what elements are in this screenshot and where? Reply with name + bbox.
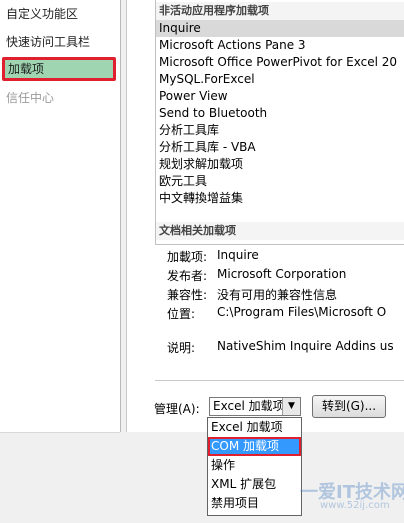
option-actions[interactable]: 操作 bbox=[208, 456, 301, 475]
addin-row[interactable]: Microsoft Office PowerPivot for Excel 20 bbox=[156, 54, 404, 71]
option-xml-expansion[interactable]: XML 扩展包 bbox=[208, 475, 301, 494]
manage-select[interactable]: Excel 加载项 ▼ bbox=[209, 397, 301, 416]
sidebar-item-quick-access-toolbar[interactable]: 快速访问工具栏 bbox=[0, 30, 118, 54]
manage-divider bbox=[155, 380, 404, 381]
addin-row[interactable]: Power View bbox=[156, 88, 404, 105]
addins-list[interactable]: 非活动应用程序加载项 Inquire Microsoft Actions Pan… bbox=[155, 0, 404, 245]
addin-row[interactable]: 中文轉換增益集 bbox=[156, 190, 404, 207]
option-disabled-items[interactable]: 禁用项目 bbox=[208, 494, 301, 513]
sidebar-item-addins[interactable]: 加载项 bbox=[2, 57, 116, 81]
description-label: 说明: bbox=[167, 341, 196, 355]
addin-details: 加載项: Inquire 发布者: Microsoft Corporation … bbox=[155, 244, 404, 384]
manage-label: 管理(A): bbox=[154, 402, 200, 416]
manage-dropdown[interactable]: Excel 加载项 COM 加载项 操作 XML 扩展包 禁用项目 bbox=[207, 417, 302, 516]
go-button[interactable]: 转到(G)... bbox=[312, 395, 386, 418]
options-sidebar: 自定义功能区 快速访问工具栏 加载项 信任中心 bbox=[0, 0, 121, 432]
inactive-addins-header: 非活动应用程序加载项 bbox=[156, 2, 404, 20]
compatibility-label: 兼容性: bbox=[167, 288, 208, 302]
publisher-value: Microsoft Corporation bbox=[217, 267, 347, 281]
compatibility-value: 没有可用的兼容性信息 bbox=[217, 288, 338, 302]
addin-row[interactable]: MySQL.ForExcel bbox=[156, 71, 404, 88]
watermark-url: www.52ij.com bbox=[320, 500, 390, 511]
addin-row[interactable]: Inquire bbox=[156, 20, 404, 37]
description-value: NativeShim Inquire Addins us bbox=[217, 339, 394, 353]
addin-row[interactable]: 规划求解加载项 bbox=[156, 156, 404, 173]
addin-row[interactable]: 分析工具库 bbox=[156, 122, 404, 139]
option-com-addins[interactable]: COM 加载项 bbox=[208, 437, 301, 456]
location-value: C:\Program Files\Microsoft O bbox=[217, 305, 387, 319]
manage-select-value: Excel 加载项 bbox=[213, 399, 285, 413]
document-addins-header: 文档相关加载项 bbox=[156, 222, 404, 240]
addin-row[interactable]: 欧元工具 bbox=[156, 173, 404, 190]
option-excel-addins[interactable]: Excel 加载项 bbox=[208, 418, 301, 437]
chevron-down-icon[interactable]: ▼ bbox=[282, 398, 300, 415]
addin-row[interactable]: Microsoft Actions Pane 3 bbox=[156, 37, 404, 54]
sidebar-item-trust-center[interactable]: 信任中心 bbox=[0, 86, 118, 110]
addin-row[interactable]: Send to Bluetooth bbox=[156, 105, 404, 122]
addins-panel: 非活动应用程序加载项 Inquire Microsoft Actions Pan… bbox=[126, 0, 404, 432]
addin-value: Inquire bbox=[217, 248, 259, 262]
sidebar-footer bbox=[0, 432, 120, 523]
addin-label: 加載项: bbox=[167, 250, 208, 264]
location-label: 位置: bbox=[167, 307, 196, 321]
addin-row[interactable]: 分析工具库 - VBA bbox=[156, 139, 404, 156]
sidebar-item-customize-ribbon[interactable]: 自定义功能区 bbox=[0, 2, 118, 26]
publisher-label: 发布者: bbox=[167, 269, 208, 283]
